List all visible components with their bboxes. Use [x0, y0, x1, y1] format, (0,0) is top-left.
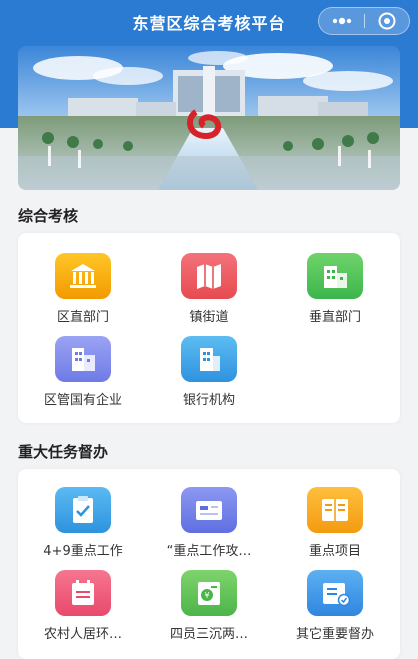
tile-bank-institutions[interactable]: 银行机构: [154, 336, 264, 416]
tile-label: 4+9重点工作: [43, 544, 123, 559]
folder-check-icon: [307, 570, 363, 616]
tile-label: 农村人居环…: [43, 627, 122, 642]
banner-image[interactable]: [18, 46, 400, 190]
section-title-supervision: 重大任务督办: [18, 443, 109, 461]
tile-label: 垂直部门: [308, 310, 361, 325]
id-card-icon: [181, 487, 237, 533]
enterprise-buildings-icon: [55, 336, 111, 382]
tile-district-departments[interactable]: 区直部门: [28, 253, 138, 333]
office-buildings-icon: [307, 253, 363, 299]
tile-label: 镇街道: [189, 310, 229, 325]
section-title-comprehensive: 综合考核: [18, 207, 79, 225]
supervision-card: 4+9重点工作 “重点工作攻… 重点项目 农村人居环… ¥ 四员三沉两… 其它重…: [18, 469, 400, 659]
mini-program-capsule: [318, 7, 410, 35]
tile-label: 四员三沉两…: [169, 627, 248, 642]
building-columns-icon: [55, 253, 111, 299]
more-dots-icon[interactable]: [329, 12, 355, 30]
tile-vertical-departments[interactable]: 垂直部门: [280, 253, 390, 333]
comprehensive-card: 区直部门 镇街道 垂直部门 区管国有企业 银行机构: [18, 233, 400, 423]
map-icon: [181, 253, 237, 299]
open-book-icon: [307, 487, 363, 533]
target-close-icon[interactable]: [377, 11, 397, 31]
money-doc-icon: ¥: [181, 570, 237, 616]
tile-other-supervision[interactable]: 其它重要督办: [280, 570, 390, 650]
tile-towns-streets[interactable]: 镇街道: [154, 253, 264, 333]
tile-rural-living-environment[interactable]: 农村人居环…: [28, 570, 138, 650]
tile-label: 重点项目: [308, 544, 361, 559]
tile-label: 区直部门: [56, 310, 109, 325]
tile-key-work-campaign[interactable]: “重点工作攻…: [154, 487, 264, 567]
tile-state-owned-enterprises[interactable]: 区管国有企业: [28, 336, 138, 416]
calendar-list-icon: [55, 570, 111, 616]
tile-label: 区管国有企业: [43, 393, 122, 408]
tile-key-projects[interactable]: 重点项目: [280, 487, 390, 567]
checklist-icon: [55, 487, 111, 533]
tile-four-three-two[interactable]: ¥ 四员三沉两…: [154, 570, 264, 650]
tile-key-work-4-9[interactable]: 4+9重点工作: [28, 487, 138, 567]
svg-text:¥: ¥: [204, 591, 209, 600]
bank-building-icon: [181, 336, 237, 382]
tile-label: 其它重要督办: [295, 627, 374, 642]
tile-label: 银行机构: [182, 393, 235, 408]
capsule-divider: [364, 14, 365, 28]
tile-label: “重点工作攻…: [166, 544, 252, 559]
